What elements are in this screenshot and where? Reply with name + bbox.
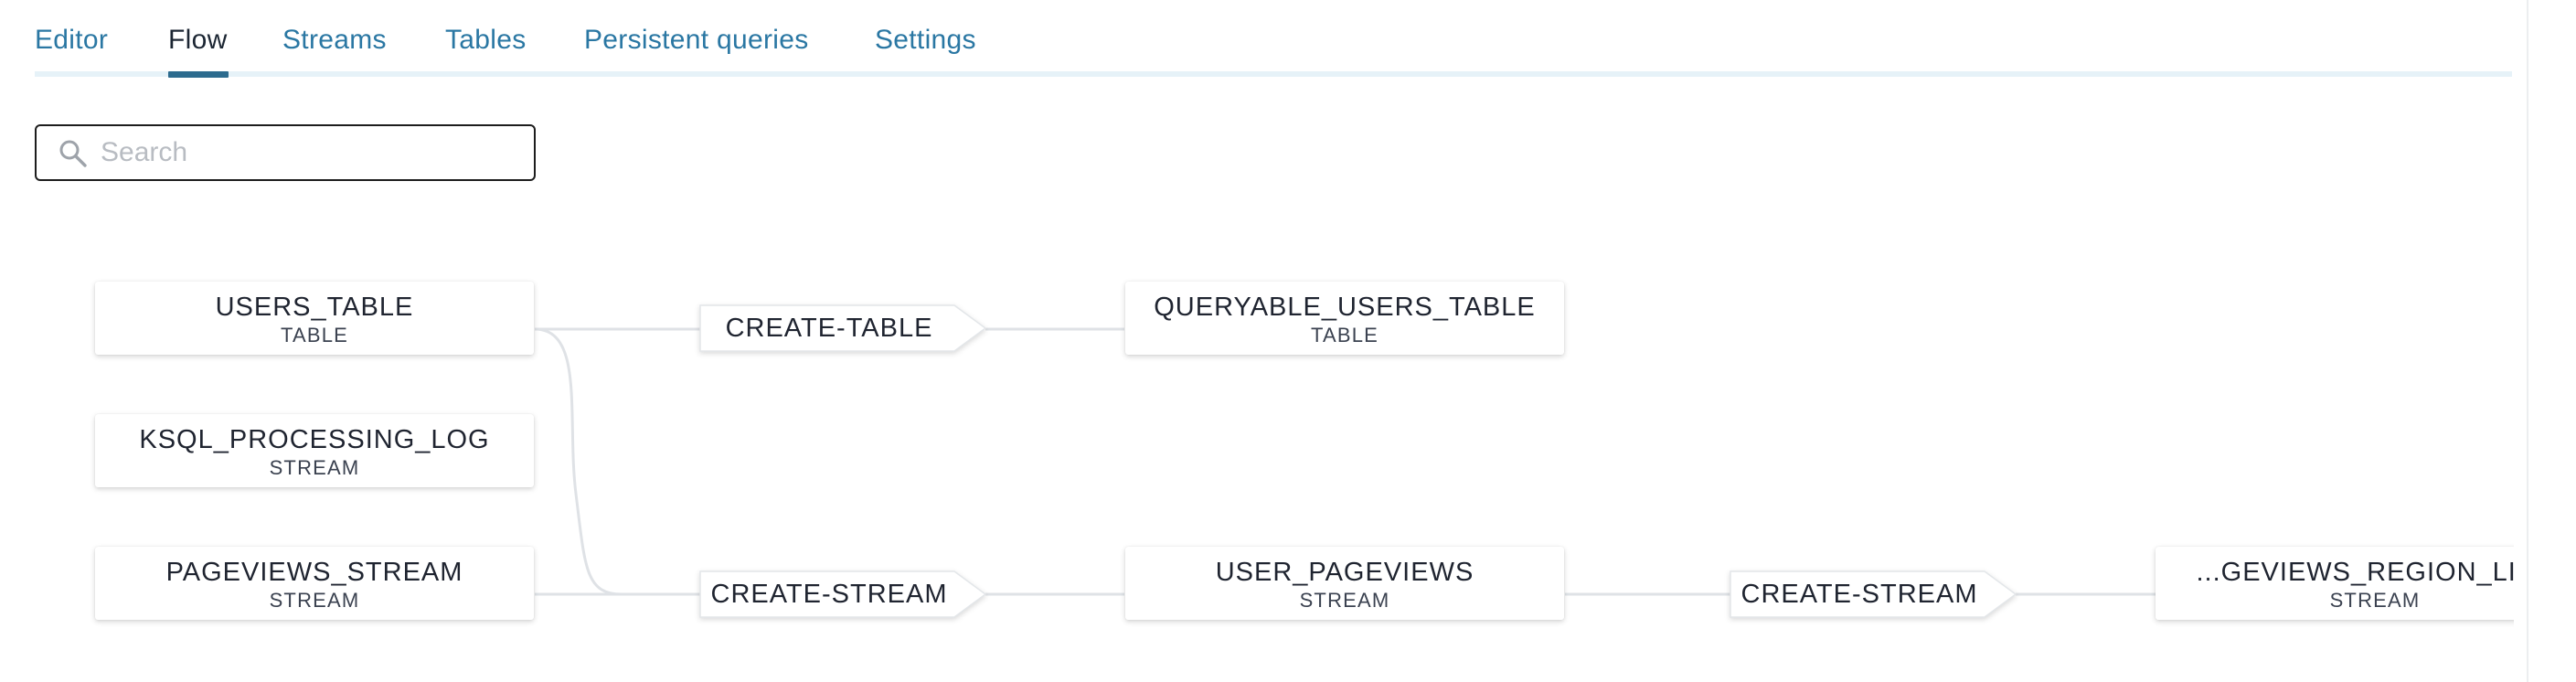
- node-type: TABLE: [280, 324, 349, 346]
- node-name: KSQL_PROCESSING_LOG: [139, 425, 490, 454]
- query-label: CREATE-TABLE: [725, 314, 933, 343]
- query-create-stream-2[interactable]: CREATE-STREAM: [1730, 570, 2019, 618]
- node-pageviews-stream[interactable]: PAGEVIEWS_STREAM STREAM: [95, 547, 534, 620]
- node-type: STREAM: [2329, 589, 2421, 612]
- query-label: CREATE-STREAM: [710, 580, 948, 609]
- query-label: CREATE-STREAM: [1740, 580, 1978, 609]
- node-users-table[interactable]: USERS_TABLE TABLE: [95, 282, 534, 355]
- node-pageviews-region-like[interactable]: ...GEVIEWS_REGION_LIKE STREAM: [2156, 547, 2514, 620]
- flow-graph: USERS_TABLE TABLE KSQL_PROCESSING_LOG ST…: [0, 0, 2514, 682]
- node-type: STREAM: [1299, 589, 1390, 612]
- node-name: QUERYABLE_USERS_TABLE: [1154, 293, 1536, 322]
- edge-users-table-to-create-stream: [534, 327, 702, 596]
- ksql-flow-page: Editor Flow Streams Tables Persistent qu…: [0, 0, 2576, 682]
- node-user-pageviews[interactable]: USER_PAGEVIEWS STREAM: [1125, 547, 1564, 620]
- node-type: TABLE: [1310, 324, 1379, 346]
- node-type: STREAM: [269, 589, 360, 612]
- query-create-stream[interactable]: CREATE-STREAM: [699, 570, 989, 618]
- node-queryable-users-table[interactable]: QUERYABLE_USERS_TABLE TABLE: [1125, 282, 1564, 355]
- node-type: STREAM: [269, 456, 360, 479]
- query-create-table[interactable]: CREATE-TABLE: [699, 304, 989, 352]
- node-name: USERS_TABLE: [215, 293, 414, 322]
- node-name: ...GEVIEWS_REGION_LIKE: [2196, 558, 2514, 587]
- right-divider: [2527, 0, 2528, 682]
- node-name: USER_PAGEVIEWS: [1215, 558, 1474, 587]
- node-ksql-processing-log[interactable]: KSQL_PROCESSING_LOG STREAM: [95, 414, 534, 487]
- node-name: PAGEVIEWS_STREAM: [165, 558, 463, 587]
